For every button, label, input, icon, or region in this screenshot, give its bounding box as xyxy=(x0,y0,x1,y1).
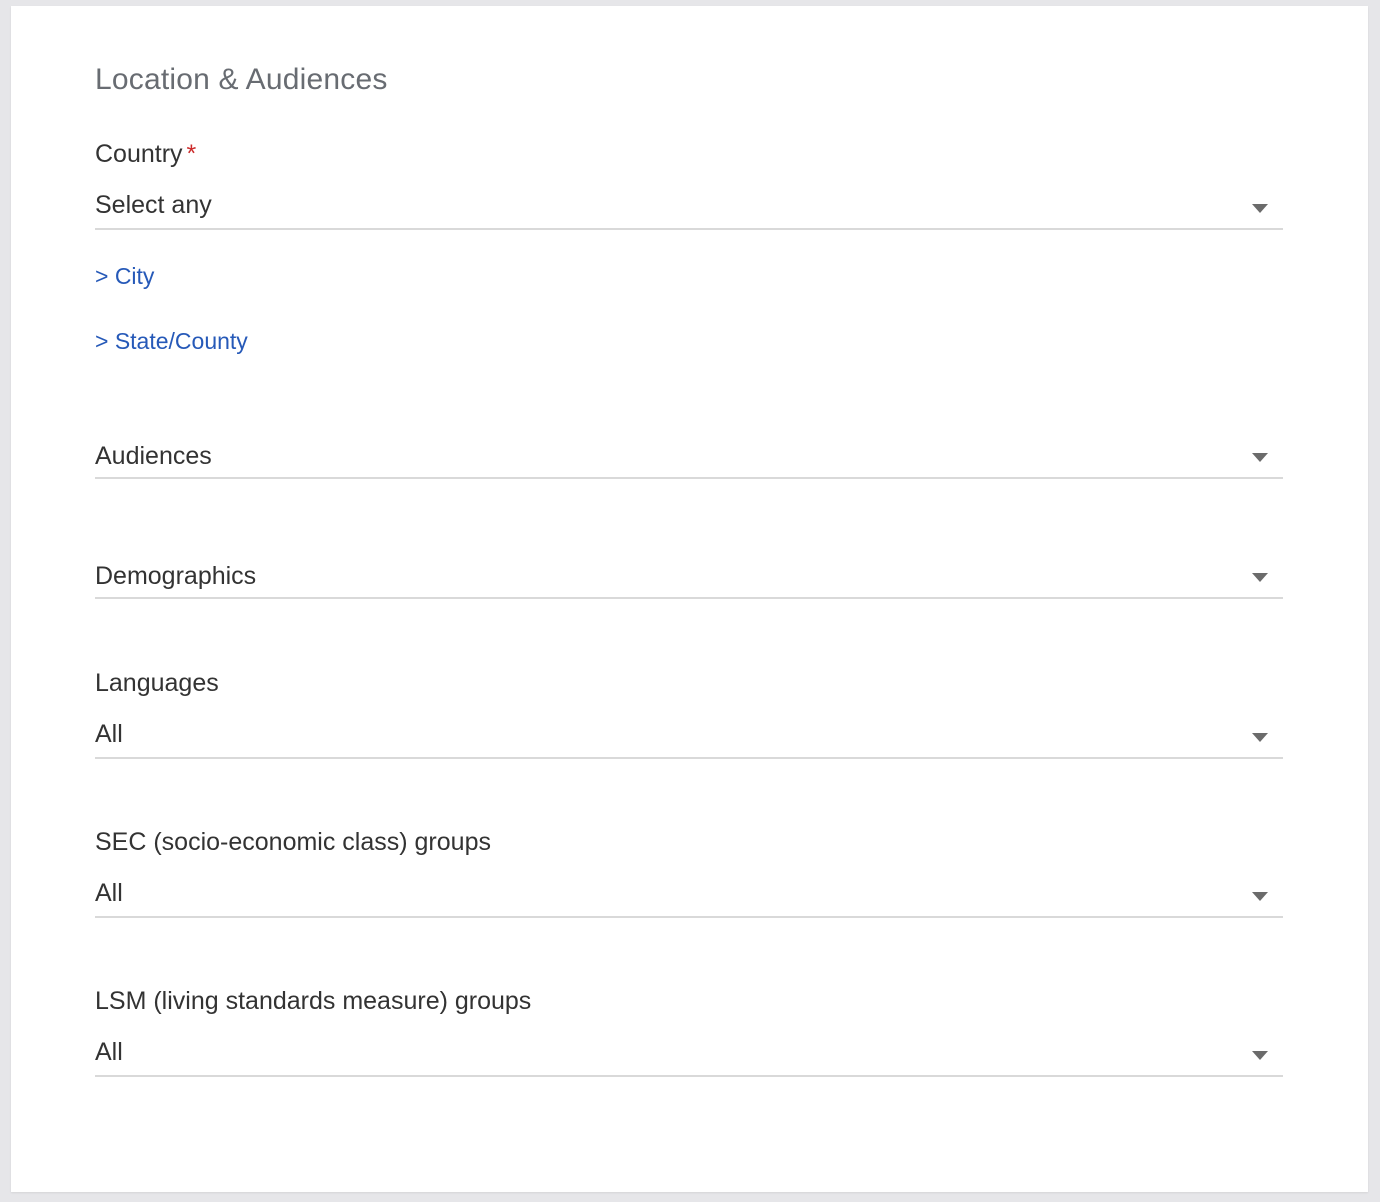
sec-groups-label: SEC (socio-economic class) groups xyxy=(95,828,491,856)
country-label: Country * xyxy=(95,139,196,169)
demographics-select[interactable]: Demographics xyxy=(95,551,1283,599)
audiences-label: Audiences xyxy=(95,442,212,470)
chevron-down-icon xyxy=(1252,733,1268,742)
lsm-groups-select[interactable]: All xyxy=(95,1029,1283,1077)
state-county-expand-link[interactable]: > State/County xyxy=(95,327,248,355)
country-label-text: Country xyxy=(95,140,183,168)
country-select[interactable]: Select any xyxy=(95,182,1283,230)
lsm-groups-label: LSM (living standards measure) groups xyxy=(95,987,532,1015)
required-asterisk: * xyxy=(186,140,197,168)
chevron-down-icon xyxy=(1252,204,1268,213)
chevron-down-icon xyxy=(1252,1051,1268,1060)
languages-label: Languages xyxy=(95,669,219,697)
audiences-select[interactable]: Audiences xyxy=(95,431,1283,479)
sec-groups-select-value: All xyxy=(95,879,123,907)
languages-select[interactable]: All xyxy=(95,711,1283,759)
section-title: Location & Audiences xyxy=(95,63,388,96)
location-audiences-panel: Location & Audiences Country * Select any… xyxy=(11,6,1368,1192)
sec-groups-select[interactable]: All xyxy=(95,870,1283,918)
lsm-groups-select-value: All xyxy=(95,1038,123,1066)
city-expand-link[interactable]: > City xyxy=(95,262,154,290)
chevron-down-icon xyxy=(1252,453,1268,462)
country-select-value: Select any xyxy=(95,191,212,219)
languages-select-value: All xyxy=(95,720,123,748)
chevron-down-icon xyxy=(1252,573,1268,582)
demographics-label: Demographics xyxy=(95,562,257,590)
chevron-down-icon xyxy=(1252,892,1268,901)
